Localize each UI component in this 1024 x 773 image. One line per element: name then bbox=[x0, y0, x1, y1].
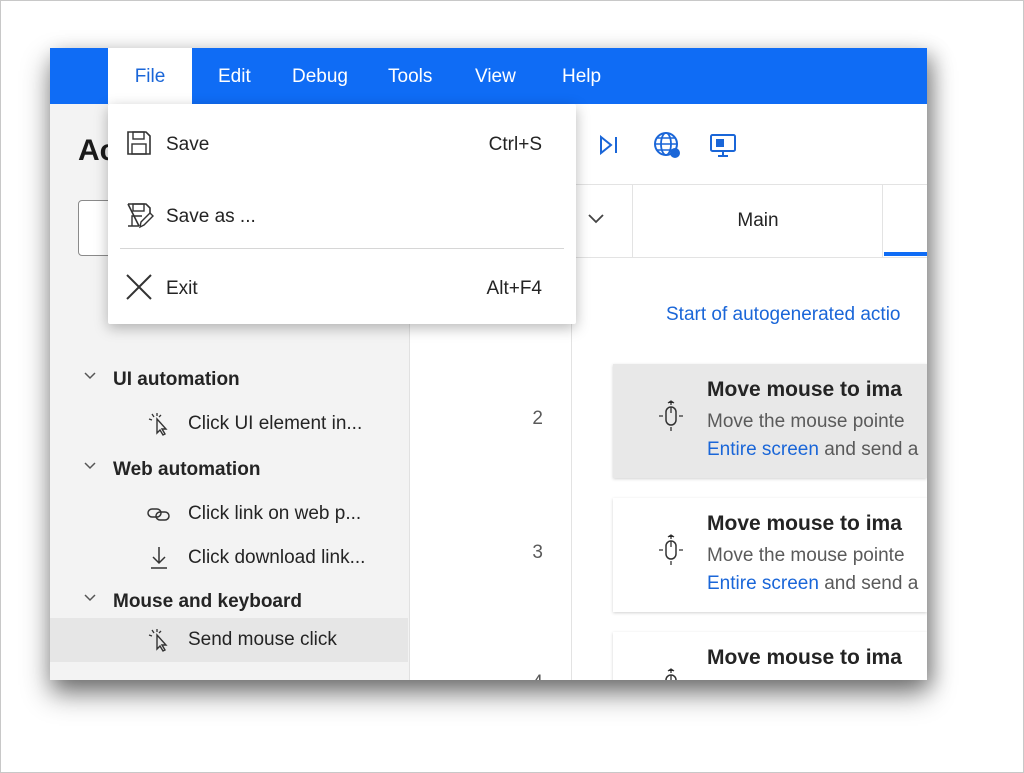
flow-action-card[interactable]: Move mouse to ima bbox=[613, 632, 927, 680]
desktop-recorder-icon[interactable] bbox=[708, 130, 738, 160]
tree-group-mouse-keyboard[interactable]: Mouse and keyboard bbox=[50, 582, 408, 622]
chevron-down-icon bbox=[84, 372, 96, 380]
tree-item-label: Click UI element in... bbox=[188, 413, 363, 434]
chevron-down-icon[interactable] bbox=[586, 212, 606, 226]
menu-help[interactable]: Help bbox=[562, 48, 601, 104]
tree-group-ui-automation[interactable]: UI automation bbox=[50, 360, 408, 400]
action-description: Move the mouse pointe bbox=[707, 545, 905, 566]
file-menu-dropdown: Save Ctrl+S Save as ... Exit Alt+F4 bbox=[108, 104, 576, 324]
action-description-suffix: and send a bbox=[818, 439, 919, 460]
action-title: Move mouse to ima bbox=[707, 646, 902, 669]
mouse-move-icon bbox=[659, 534, 683, 565]
line-number: 3 bbox=[532, 542, 543, 563]
action-title: Move mouse to ima bbox=[707, 512, 902, 535]
save-as-icon bbox=[127, 203, 154, 229]
tree-item-label: Click download link... bbox=[188, 547, 366, 568]
tab-divider bbox=[882, 184, 883, 258]
active-tab-indicator bbox=[884, 252, 927, 256]
menu-debug[interactable]: Debug bbox=[292, 48, 348, 104]
globe-icon[interactable] bbox=[652, 130, 682, 160]
autogenerated-region-label[interactable]: Start of autogenerated actio bbox=[666, 304, 901, 326]
action-parameter-link[interactable]: Entire screen bbox=[707, 439, 819, 460]
tree-item-click-ui-element[interactable]: Click UI element in... bbox=[50, 404, 408, 444]
menu-item-shortcut: Ctrl+S bbox=[488, 134, 542, 155]
action-title: Move mouse to ima bbox=[707, 378, 902, 401]
menu-view[interactable]: View bbox=[475, 48, 516, 104]
menu-item-label: Save as ... bbox=[166, 206, 256, 227]
chevron-down-icon bbox=[84, 462, 96, 470]
tree-group-web-automation[interactable]: Web automation bbox=[50, 450, 408, 490]
click-cursor-icon bbox=[148, 413, 168, 436]
tree-group-label: Web automation bbox=[113, 459, 261, 480]
menu-edit[interactable]: Edit bbox=[218, 48, 251, 104]
download-icon bbox=[151, 547, 167, 569]
action-description-line2: Entire screen and send a bbox=[707, 573, 918, 595]
tree-group-label: Mouse and keyboard bbox=[113, 591, 302, 612]
menu-separator bbox=[120, 248, 564, 249]
action-description: Move the mouse pointe bbox=[707, 411, 905, 432]
app-window: File Edit Debug Tools View Help Ac UI au… bbox=[50, 48, 927, 680]
action-parameter-link[interactable]: Entire screen bbox=[707, 573, 819, 594]
menu-item-save[interactable]: Save Ctrl+S bbox=[108, 112, 576, 172]
flow-action-card[interactable]: Move mouse to ima Move the mouse pointe … bbox=[613, 364, 927, 478]
menu-item-label: Save bbox=[166, 134, 210, 155]
menu-item-exit[interactable]: Exit Alt+F4 bbox=[108, 256, 576, 316]
tree-item-send-mouse-click[interactable]: Send mouse click bbox=[50, 618, 408, 662]
close-icon bbox=[126, 274, 152, 300]
step-next-icon[interactable] bbox=[595, 130, 625, 160]
tree-item-label: Click link on web p... bbox=[188, 503, 362, 524]
flow-action-card[interactable]: Move mouse to ima Move the mouse pointe … bbox=[613, 498, 927, 612]
menubar: File Edit Debug Tools View Help bbox=[50, 48, 927, 104]
click-cursor-icon bbox=[148, 629, 168, 652]
menu-item-shortcut: Alt+F4 bbox=[486, 278, 542, 299]
mouse-move-icon bbox=[659, 400, 683, 431]
mouse-move-icon bbox=[665, 668, 677, 680]
menu-item-save-as[interactable]: Save as ... bbox=[108, 184, 576, 244]
tree-group-label: UI automation bbox=[113, 369, 240, 390]
menu-item-label: Exit bbox=[166, 278, 198, 299]
menu-file[interactable]: File bbox=[108, 48, 192, 104]
line-number: 2 bbox=[532, 408, 543, 429]
tab-main[interactable]: Main bbox=[634, 210, 882, 232]
menu-tools[interactable]: Tools bbox=[388, 48, 432, 104]
line-number: 4 bbox=[532, 672, 543, 680]
action-description-suffix: and send a bbox=[818, 573, 919, 594]
tree-item-label: Send mouse click bbox=[188, 629, 337, 650]
chevron-down-icon bbox=[84, 594, 96, 602]
link-icon bbox=[147, 508, 170, 521]
tab-divider bbox=[632, 184, 633, 258]
action-description-line2: Entire screen and send a bbox=[707, 439, 918, 461]
tree-item-click-download-link[interactable]: Click download link... bbox=[50, 538, 408, 578]
tree-item-click-link[interactable]: Click link on web p... bbox=[50, 494, 408, 534]
save-icon bbox=[127, 131, 151, 155]
